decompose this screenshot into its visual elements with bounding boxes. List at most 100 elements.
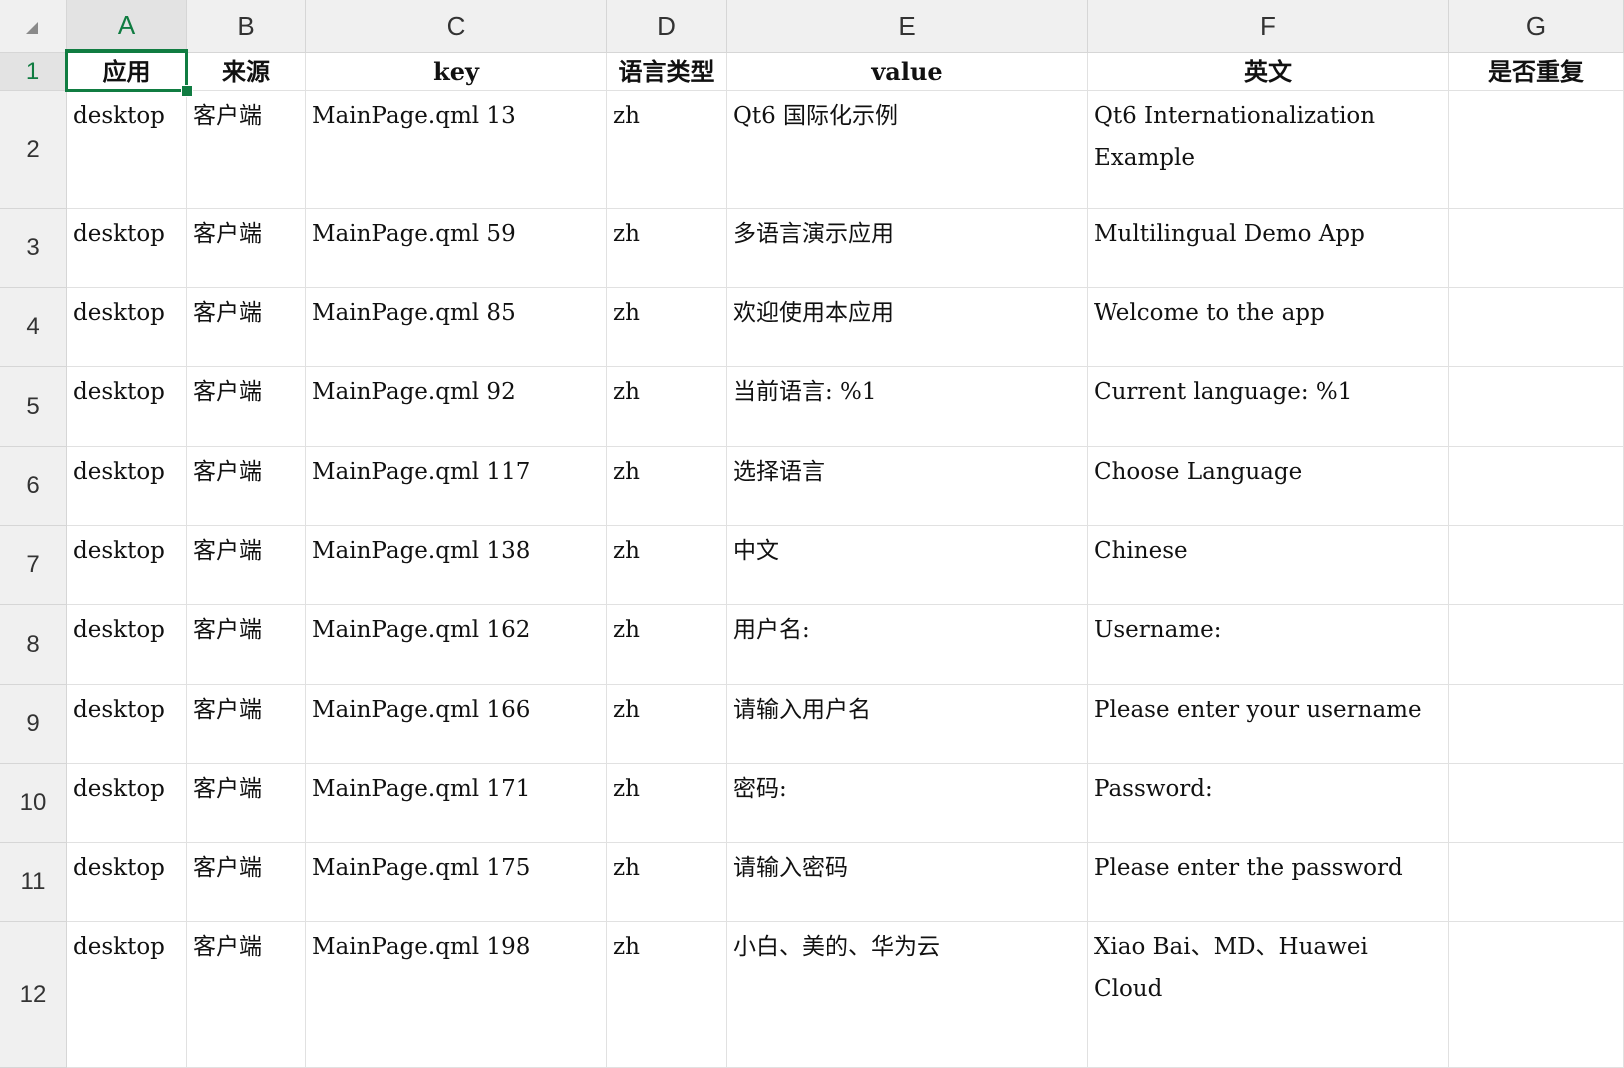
cell-c3[interactable]: MainPage.qml 59 (306, 209, 607, 288)
row-header-7[interactable]: 7 (0, 526, 67, 605)
cell-d11[interactable]: zh (607, 843, 727, 922)
cell-f2[interactable]: Qt6 Internationalization Example (1088, 91, 1449, 209)
cell-c12[interactable]: MainPage.qml 198 (306, 922, 607, 1068)
cell-b9[interactable]: 客户端 (187, 685, 306, 764)
cell-f5[interactable]: Current language: %1 (1088, 367, 1449, 447)
cell-e7[interactable]: 中文 (727, 526, 1088, 605)
cell-f4[interactable]: Welcome to the app (1088, 288, 1449, 367)
cell-g6[interactable] (1449, 447, 1624, 526)
column-header-c[interactable]: C (306, 0, 607, 53)
cell-d3[interactable]: zh (607, 209, 727, 288)
cell-c11[interactable]: MainPage.qml 175 (306, 843, 607, 922)
cell-e11[interactable]: 请输入密码 (727, 843, 1088, 922)
cell-d7[interactable]: zh (607, 526, 727, 605)
row-header-4[interactable]: 4 (0, 288, 67, 367)
cell-e4[interactable]: 欢迎使用本应用 (727, 288, 1088, 367)
row-header-10[interactable]: 10 (0, 764, 67, 843)
row-header-1[interactable]: 1 (0, 53, 67, 91)
cell-a10[interactable]: desktop (67, 764, 187, 843)
row-header-2[interactable]: 2 (0, 91, 67, 209)
cell-b5[interactable]: 客户端 (187, 367, 306, 447)
cell-f3[interactable]: Multilingual Demo App (1088, 209, 1449, 288)
cell-c6[interactable]: MainPage.qml 117 (306, 447, 607, 526)
cell-g8[interactable] (1449, 605, 1624, 685)
column-header-b[interactable]: B (187, 0, 306, 53)
cell-g5[interactable] (1449, 367, 1624, 447)
cell-g9[interactable] (1449, 685, 1624, 764)
cell-b4[interactable]: 客户端 (187, 288, 306, 367)
row-header-11[interactable]: 11 (0, 843, 67, 922)
cell-c9[interactable]: MainPage.qml 166 (306, 685, 607, 764)
cell-e8[interactable]: 用户名: (727, 605, 1088, 685)
row-header-3[interactable]: 3 (0, 209, 67, 288)
cell-a8[interactable]: desktop (67, 605, 187, 685)
cell-e3[interactable]: 多语言演示应用 (727, 209, 1088, 288)
cell-f7[interactable]: Chinese (1088, 526, 1449, 605)
cell-d8[interactable]: zh (607, 605, 727, 685)
cell-g7[interactable] (1449, 526, 1624, 605)
row-header-9[interactable]: 9 (0, 685, 67, 764)
cell-d4[interactable]: zh (607, 288, 727, 367)
cell-f9[interactable]: Please enter your username (1088, 685, 1449, 764)
cell-e12[interactable]: 小白、美的、华为云 (727, 922, 1088, 1068)
cell-f11[interactable]: Please enter the password (1088, 843, 1449, 922)
cell-g11[interactable] (1449, 843, 1624, 922)
cell-b1[interactable]: 来源 (187, 53, 306, 91)
cell-d2[interactable]: zh (607, 91, 727, 209)
cell-a3[interactable]: desktop (67, 209, 187, 288)
column-header-g[interactable]: G (1449, 0, 1624, 53)
cell-c1[interactable]: key (306, 53, 607, 91)
cell-c5[interactable]: MainPage.qml 92 (306, 367, 607, 447)
cell-b7[interactable]: 客户端 (187, 526, 306, 605)
row-header-8[interactable]: 8 (0, 605, 67, 685)
cell-a2[interactable]: desktop (67, 91, 187, 209)
row-header-5[interactable]: 5 (0, 367, 67, 447)
cell-e5[interactable]: 当前语言: %1 (727, 367, 1088, 447)
cell-g1[interactable]: 是否重复 (1449, 53, 1624, 91)
cell-f12[interactable]: Xiao Bai、MD、Huawei Cloud (1088, 922, 1449, 1068)
cell-a5[interactable]: desktop (67, 367, 187, 447)
cell-b2[interactable]: 客户端 (187, 91, 306, 209)
row-header-12[interactable]: 12 (0, 922, 67, 1068)
cell-g12[interactable] (1449, 922, 1624, 1068)
column-header-a[interactable]: A (67, 0, 187, 53)
cell-d6[interactable]: zh (607, 447, 727, 526)
cell-b10[interactable]: 客户端 (187, 764, 306, 843)
cell-d10[interactable]: zh (607, 764, 727, 843)
cell-b12[interactable]: 客户端 (187, 922, 306, 1068)
cell-b3[interactable]: 客户端 (187, 209, 306, 288)
cell-g2[interactable] (1449, 91, 1624, 209)
cell-c7[interactable]: MainPage.qml 138 (306, 526, 607, 605)
cell-f8[interactable]: Username: (1088, 605, 1449, 685)
cell-a12[interactable]: desktop (67, 922, 187, 1068)
column-header-e[interactable]: E (727, 0, 1088, 53)
cell-c2[interactable]: MainPage.qml 13 (306, 91, 607, 209)
cell-d12[interactable]: zh (607, 922, 727, 1068)
fill-handle[interactable] (181, 85, 193, 97)
cell-b8[interactable]: 客户端 (187, 605, 306, 685)
cell-c8[interactable]: MainPage.qml 162 (306, 605, 607, 685)
column-header-d[interactable]: D (607, 0, 727, 53)
cell-a7[interactable]: desktop (67, 526, 187, 605)
cell-f1[interactable]: 英文 (1088, 53, 1449, 91)
cell-a9[interactable]: desktop (67, 685, 187, 764)
cell-e6[interactable]: 选择语言 (727, 447, 1088, 526)
cell-g10[interactable] (1449, 764, 1624, 843)
cell-a11[interactable]: desktop (67, 843, 187, 922)
cell-a1[interactable]: 应用 (67, 53, 187, 91)
cell-c10[interactable]: MainPage.qml 171 (306, 764, 607, 843)
cell-f10[interactable]: Password: (1088, 764, 1449, 843)
cell-d9[interactable]: zh (607, 685, 727, 764)
cell-e10[interactable]: 密码: (727, 764, 1088, 843)
cell-g4[interactable] (1449, 288, 1624, 367)
cell-e2[interactable]: Qt6 国际化示例 (727, 91, 1088, 209)
cell-f6[interactable]: Choose Language (1088, 447, 1449, 526)
cell-d1[interactable]: 语言类型 (607, 53, 727, 91)
cell-a6[interactable]: desktop (67, 447, 187, 526)
column-header-f[interactable]: F (1088, 0, 1449, 53)
cell-c4[interactable]: MainPage.qml 85 (306, 288, 607, 367)
cell-d5[interactable]: zh (607, 367, 727, 447)
select-all-button[interactable] (0, 0, 67, 53)
cell-a4[interactable]: desktop (67, 288, 187, 367)
cell-b6[interactable]: 客户端 (187, 447, 306, 526)
